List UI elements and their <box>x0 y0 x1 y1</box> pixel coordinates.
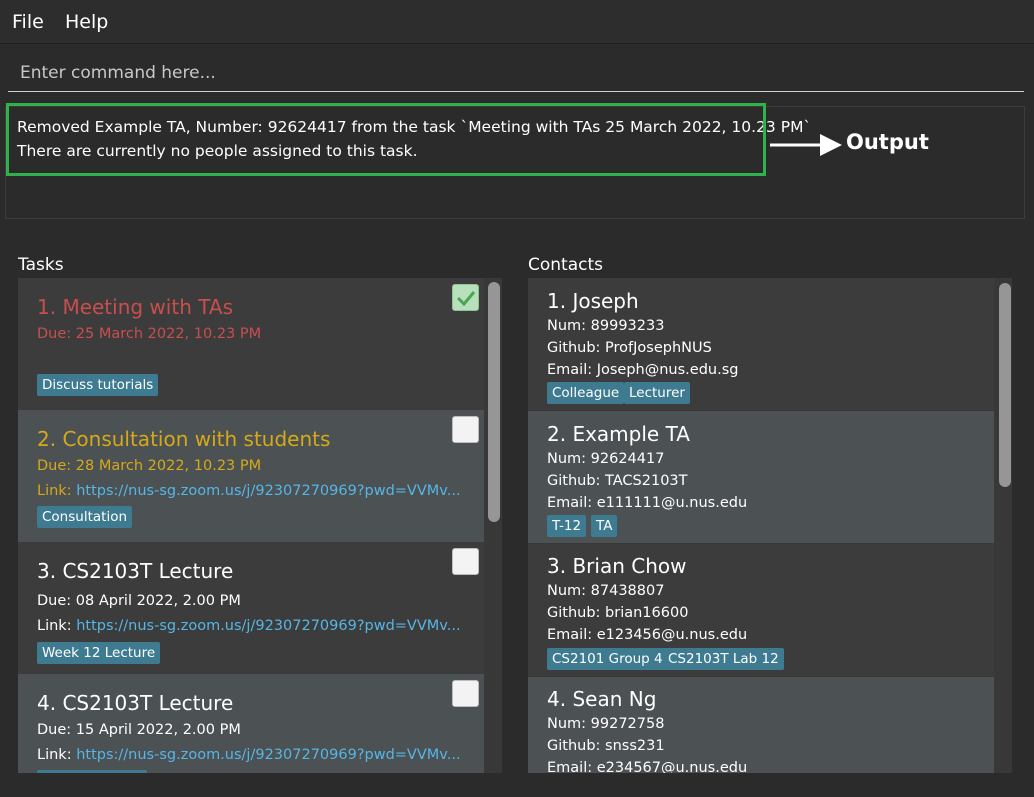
contact-github: Github: TACS2103T <box>547 473 688 489</box>
contacts-section-title: Contacts <box>528 255 603 275</box>
contact-email: Email: e111111@u.nus.edu <box>547 495 748 511</box>
task-done-checkbox[interactable] <box>452 416 479 443</box>
contact-email: Email: Joseph@nus.edu.sg <box>547 362 739 378</box>
contact-tag: CS2103T Lab 12 <box>663 648 784 670</box>
task-title: 3. CS2103T Lecture <box>37 559 234 583</box>
contact-tag: T-12 <box>547 515 587 537</box>
contact-tag: Colleague <box>547 382 625 404</box>
task-title: 1. Meeting with TAs <box>37 295 233 319</box>
task-tag: Consultation <box>37 506 133 528</box>
contact-email: Email: e234567@u.nus.edu <box>547 760 748 773</box>
task-due: Due: 28 March 2022, 10.23 PM <box>37 458 262 474</box>
task-title: 2. Consultation with students <box>37 427 331 451</box>
command-box <box>8 54 1024 92</box>
task-link-label: Link: <box>37 747 72 763</box>
task-card[interactable]: 2. Consultation with students Due: 28 Ma… <box>18 410 484 542</box>
contact-card[interactable]: 4. Sean Ng Num: 99272758 Github: snss231… <box>528 677 994 773</box>
contact-name: 3. Brian Chow <box>547 554 687 578</box>
contact-card[interactable]: 2. Example TA Num: 92624417 Github: TACS… <box>528 411 994 543</box>
contact-card[interactable]: 3. Brian Chow Num: 87438807 Github: bria… <box>528 544 994 676</box>
task-card[interactable]: 1. Meeting with TAs Due: 25 March 2022, … <box>18 278 484 410</box>
task-link-row: Link: https://nus-sg.zoom.us/j/923072709… <box>37 483 461 499</box>
task-link-label: Link: <box>37 618 72 634</box>
task-link[interactable]: https://nus-sg.zoom.us/j/92307270969?pwd… <box>76 483 460 499</box>
menu-bar: File Help <box>0 0 1034 44</box>
task-card[interactable]: 3. CS2103T Lecture Due: 08 April 2022, 2… <box>18 542 484 674</box>
arrow-right-icon <box>770 134 842 156</box>
menu-help[interactable]: Help <box>65 11 108 33</box>
contact-tag: TA <box>591 515 618 537</box>
command-input[interactable] <box>8 54 1024 91</box>
contact-name: 1. Joseph <box>547 289 639 313</box>
contact-name: 2. Example TA <box>547 422 690 446</box>
contact-name: 4. Sean Ng <box>547 687 657 711</box>
task-link-row: Link: https://nus-sg.zoom.us/j/923072709… <box>37 747 461 763</box>
task-list[interactable]: 1. Meeting with TAs Due: 25 March 2022, … <box>18 278 502 773</box>
contact-number: Num: 99272758 <box>547 716 665 732</box>
contact-github: Github: brian16600 <box>547 605 689 621</box>
task-done-checkbox[interactable] <box>452 680 479 707</box>
contact-number: Num: 87438807 <box>547 583 665 599</box>
task-due: Due: 15 April 2022, 2.00 PM <box>37 722 241 738</box>
checkmark-icon <box>456 291 476 307</box>
contact-github: Github: snss231 <box>547 738 665 754</box>
task-title: 4. CS2103T Lecture <box>37 691 234 715</box>
task-tag <box>37 770 147 773</box>
contact-list[interactable]: 1. Joseph Num: 89993233 Github: ProfJose… <box>528 278 1012 773</box>
contact-email: Email: e123456@u.nus.edu <box>547 627 748 643</box>
contact-github: Github: ProfJosephNUS <box>547 340 712 356</box>
task-due: Due: 08 April 2022, 2.00 PM <box>37 593 241 609</box>
output-annotation-label: Output <box>846 130 929 154</box>
task-card[interactable]: 4. CS2103T Lecture Due: 15 April 2022, 2… <box>18 674 484 773</box>
task-list-scrollbar[interactable] <box>488 282 500 522</box>
contact-card[interactable]: 1. Joseph Num: 89993233 Github: ProfJose… <box>528 278 994 410</box>
task-tag: Week 12 Lecture <box>37 642 161 664</box>
contact-list-scrollbar[interactable] <box>999 283 1011 487</box>
task-link[interactable]: https://nus-sg.zoom.us/j/92307270969?pwd… <box>76 747 460 763</box>
contact-number: Num: 89993233 <box>547 318 665 334</box>
task-done-checkbox[interactable] <box>452 284 479 311</box>
task-due: Due: 25 March 2022, 10.23 PM <box>37 326 262 342</box>
task-link-label: Link: <box>37 483 72 499</box>
task-link[interactable]: https://nus-sg.zoom.us/j/92307270969?pwd… <box>76 618 460 634</box>
task-done-checkbox[interactable] <box>452 548 479 575</box>
output-highlight-box <box>6 103 766 176</box>
contact-tag: Lecturer <box>624 382 690 404</box>
contact-number: Num: 92624417 <box>547 451 665 467</box>
task-link-row: Link: https://nus-sg.zoom.us/j/923072709… <box>37 618 461 634</box>
tasks-section-title: Tasks <box>18 255 64 275</box>
task-tag: Discuss tutorials <box>37 374 159 396</box>
contact-tag: CS2101 Group 4 <box>547 648 668 670</box>
menu-file[interactable]: File <box>12 11 44 33</box>
